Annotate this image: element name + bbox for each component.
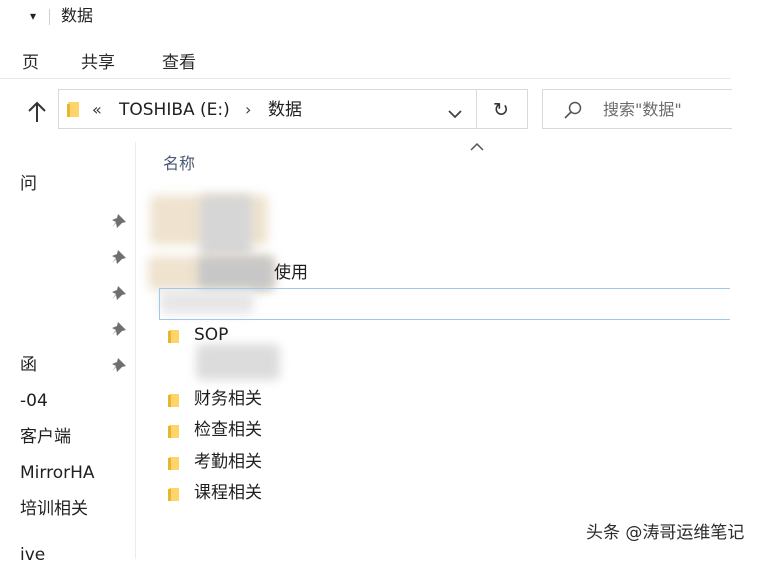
- folder-icon: [166, 328, 180, 343]
- obscured-content: [196, 344, 280, 380]
- folder-icon: [166, 423, 180, 438]
- obscured-content: [200, 195, 252, 257]
- obscured-content: [198, 256, 274, 290]
- breadcrumb-drive[interactable]: TOSHIBA (E:): [119, 100, 230, 120]
- partial-file-name[interactable]: 使用: [274, 263, 308, 283]
- breadcrumb-separator[interactable]: ›: [245, 100, 251, 120]
- column-header-name[interactable]: 名称: [163, 154, 195, 174]
- pin-icon: [110, 320, 128, 338]
- list-item[interactable]: 检查相关: [194, 420, 262, 440]
- folder-icon: [166, 392, 180, 407]
- search-box[interactable]: 搜索"数据": [542, 89, 732, 129]
- tab-view[interactable]: 查看: [162, 48, 196, 73]
- nav-item-2[interactable]: 函: [20, 355, 37, 375]
- refresh-button[interactable]: ↻: [477, 89, 528, 129]
- ribbon-divider: [0, 78, 730, 79]
- title-separator: [49, 9, 50, 25]
- refresh-icon: ↻: [493, 99, 509, 121]
- list-item[interactable]: 课程相关: [194, 483, 262, 503]
- nav-item-4[interactable]: 客户端: [20, 427, 71, 447]
- pin-icon: [110, 212, 128, 230]
- list-item[interactable]: SOP: [194, 325, 228, 345]
- up-arrow-icon[interactable]: [24, 99, 50, 125]
- folder-icon: [166, 486, 180, 501]
- list-item[interactable]: 考勤相关: [194, 452, 262, 472]
- tab-share[interactable]: 共享: [81, 48, 115, 73]
- watermark: 头条 @涛哥运维笔记: [586, 523, 745, 543]
- breadcrumb-overflow[interactable]: «: [92, 100, 102, 120]
- search-placeholder: 搜索"数据": [603, 100, 682, 119]
- nav-item-1[interactable]: 问: [20, 174, 37, 194]
- nav-pane-divider: [135, 142, 136, 559]
- nav-item-6[interactable]: 培训相关: [20, 499, 88, 519]
- breadcrumb-folder[interactable]: 数据: [268, 100, 302, 120]
- nav-item-3[interactable]: -04: [20, 391, 48, 411]
- nav-item-5[interactable]: MirrorHA: [20, 463, 95, 483]
- folder-icon: [166, 455, 180, 470]
- rename-input[interactable]: [159, 289, 730, 320]
- quick-access-dropdown-icon[interactable]: ▾: [30, 9, 36, 23]
- tab-page[interactable]: 页: [22, 48, 39, 73]
- nav-item-7[interactable]: ive: [20, 545, 45, 565]
- sort-ascending-icon[interactable]: [469, 138, 485, 151]
- pin-icon: [110, 248, 128, 266]
- address-bar[interactable]: « TOSHIBA (E:) › 数据: [58, 89, 477, 129]
- list-item[interactable]: 财务相关: [194, 389, 262, 409]
- search-icon: [563, 100, 583, 120]
- address-dropdown-icon[interactable]: [448, 104, 462, 119]
- pin-icon: [110, 356, 128, 374]
- pin-icon: [110, 284, 128, 302]
- window-title: 数据: [61, 6, 94, 25]
- folder-icon: [66, 101, 80, 118]
